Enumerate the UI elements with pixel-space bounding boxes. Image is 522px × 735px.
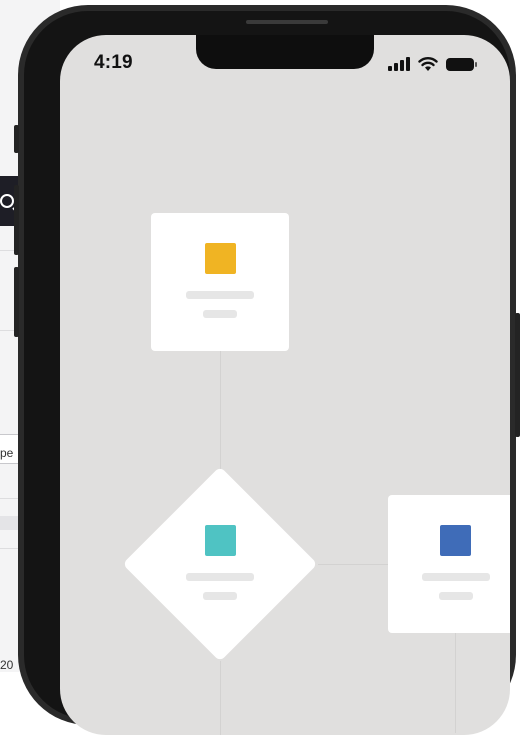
volume-up-button [14, 185, 19, 255]
status-icons [388, 55, 480, 75]
cellular-signal-icon [388, 57, 410, 71]
node-accent-square [205, 243, 236, 274]
status-time: 4:19 [94, 52, 133, 73]
node-accent-square [440, 525, 471, 556]
speaker-grille [246, 20, 328, 24]
flow-connector [318, 564, 388, 565]
flow-node-action[interactable] [388, 495, 510, 633]
power-button [515, 313, 520, 437]
background-input-text: pe [0, 446, 14, 460]
node-title-placeholder [186, 573, 254, 581]
node-subtitle-placeholder [203, 310, 237, 318]
flow-connector [220, 351, 221, 469]
node-title-placeholder [186, 291, 254, 299]
node-subtitle-placeholder [203, 592, 237, 600]
node-title-placeholder [422, 573, 490, 581]
node-subtitle-placeholder [439, 592, 473, 600]
search-icon[interactable] [0, 194, 14, 208]
battery-icon [446, 58, 477, 71]
mute-switch [14, 125, 19, 153]
notch [196, 35, 374, 69]
flow-connector [220, 661, 221, 735]
volume-down-button [14, 267, 19, 337]
flow-connector [455, 633, 456, 733]
node-accent-square [205, 525, 236, 556]
phone-screen: 4:19 [60, 35, 510, 735]
wifi-icon [418, 57, 438, 71]
flow-node-action[interactable] [151, 213, 289, 351]
phone-frame: 4:19 [14, 5, 520, 735]
flow-node-decision[interactable] [122, 466, 318, 662]
background-footer-text: 20 [0, 658, 14, 672]
